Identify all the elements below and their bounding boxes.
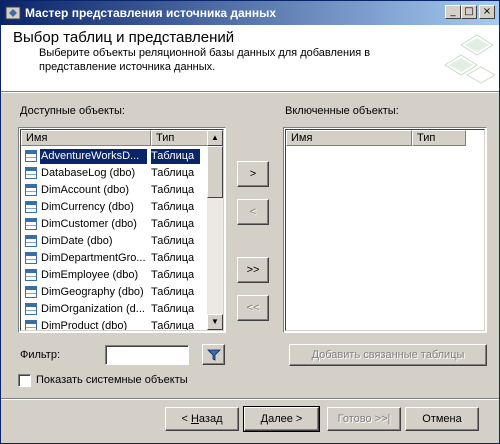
available-objects-label: Доступные объекты:	[20, 105, 125, 117]
header-graphic-icon	[444, 34, 497, 84]
show-system-objects-checkbox[interactable]	[18, 374, 31, 387]
add-related-tables-button[interactable]: Добавить связанные таблицы	[289, 344, 487, 366]
back-rest: азад	[198, 413, 223, 425]
remove-object-button[interactable]: <	[237, 199, 269, 225]
row-name: DimDate (dbo)	[41, 235, 113, 247]
header-divider	[1, 91, 499, 93]
row-name: DimAccount (dbo)	[41, 184, 130, 196]
table-row[interactable]: DimCustomer (dbo) Таблица	[21, 216, 205, 233]
back-prefix: <	[181, 413, 191, 425]
table-icon	[25, 218, 37, 230]
column-header-name[interactable]: Имя	[21, 130, 151, 146]
row-name: AdventureWorksD...	[40, 149, 147, 164]
table-icon	[25, 303, 37, 315]
row-type: Таблица	[151, 269, 195, 281]
row-type: Таблица	[151, 201, 195, 213]
available-rows: AdventureWorksD... Таблица DatabaseLog (db…	[21, 148, 209, 330]
table-row[interactable]: AdventureWorksD... Таблица	[21, 148, 205, 165]
table-icon	[25, 269, 37, 281]
window-title: Мастер представления источника данных	[25, 6, 277, 20]
row-name: DatabaseLog (dbo)	[41, 167, 136, 179]
row-type: Таблица	[151, 320, 195, 331]
scroll-thumb[interactable]	[207, 146, 223, 198]
vertical-scrollbar[interactable]: ▲ ▼	[207, 130, 223, 330]
table-row[interactable]: DimEmployee (dbo) Таблица	[21, 267, 205, 284]
table-row[interactable]: DimOrganization (d... Таблица	[21, 301, 205, 318]
row-type: Таблица	[151, 167, 195, 179]
row-name: DimGeography (dbo)	[41, 286, 144, 298]
close-button[interactable]: ×	[479, 5, 495, 19]
page-title: Выбор таблиц и представлений	[13, 29, 235, 46]
included-objects-list[interactable]: Имя Тип	[283, 127, 487, 333]
row-type: Таблица	[151, 252, 195, 264]
filter-input[interactable]	[105, 345, 189, 365]
row-type: Таблица	[151, 235, 195, 247]
app-icon	[5, 6, 21, 20]
table-row[interactable]: DimAccount (dbo) Таблица	[21, 182, 205, 199]
table-icon	[25, 184, 37, 196]
row-type: Таблица	[151, 149, 201, 164]
table-icon	[25, 201, 37, 213]
row-name: DimDepartmentGro...	[41, 252, 146, 264]
table-icon	[25, 167, 37, 179]
column-header-type[interactable]: Тип	[151, 130, 209, 146]
next-button[interactable]: Далее >	[243, 406, 320, 432]
available-objects-list[interactable]: Имя Тип AdventureWorksD... Таблица Databas…	[18, 127, 226, 333]
minimize-button[interactable]: _	[445, 5, 461, 19]
row-name: DimEmployee (dbo)	[41, 269, 139, 281]
filter-icon	[206, 349, 221, 361]
included-objects-label: Включенные объекты:	[285, 105, 399, 117]
title-bar[interactable]: Мастер представления источника данных _ …	[1, 1, 499, 25]
footer-divider	[1, 398, 499, 400]
add-all-objects-button[interactable]: >>	[237, 257, 269, 283]
row-type: Таблица	[151, 286, 195, 298]
table-icon	[25, 286, 37, 298]
cancel-button[interactable]: Отмена	[405, 407, 479, 431]
row-name: DimOrganization (d...	[41, 303, 145, 315]
wizard-window: Мастер представления источника данных _ …	[0, 0, 500, 444]
row-name: DimCurrency (dbo)	[41, 201, 134, 213]
table-icon	[25, 150, 37, 162]
show-system-objects-label: Показать системные объекты	[36, 374, 188, 386]
table-row[interactable]: DimDate (dbo) Таблица	[21, 233, 205, 250]
row-type: Таблица	[151, 184, 195, 196]
scroll-up-button[interactable]: ▲	[207, 130, 223, 146]
page-description: Выберите объекты реляционной базы данных…	[39, 47, 371, 73]
table-row[interactable]: DimDepartmentGro... Таблица	[21, 250, 205, 267]
filter-label: Фильтр:	[20, 349, 61, 361]
finish-button[interactable]: Готово >>|	[327, 407, 401, 431]
table-icon	[25, 235, 37, 247]
wizard-header: Выбор таблиц и представлений Выберите об…	[1, 25, 499, 91]
included-column-header-name[interactable]: Имя	[286, 130, 412, 146]
table-row[interactable]: DimProduct (dbo) Таблица	[21, 318, 205, 331]
remove-all-objects-button[interactable]: <<	[237, 295, 269, 321]
row-name: DimCustomer (dbo)	[41, 218, 137, 230]
scroll-down-button[interactable]: ▼	[207, 314, 223, 330]
next-rest: алее >	[268, 413, 303, 425]
table-icon	[25, 320, 37, 330]
add-object-button[interactable]: >	[237, 161, 269, 187]
back-button[interactable]: < Назад	[165, 407, 239, 431]
next-accel: Д	[260, 413, 269, 425]
maximize-button[interactable]: □	[461, 5, 477, 19]
table-icon	[25, 252, 37, 264]
apply-filter-button[interactable]	[202, 344, 225, 365]
included-column-header-type[interactable]: Тип	[412, 130, 466, 146]
table-row[interactable]: DatabaseLog (dbo) Таблица	[21, 165, 205, 182]
row-type: Таблица	[151, 218, 195, 230]
table-row[interactable]: DimGeography (dbo) Таблица	[21, 284, 205, 301]
row-name: DimProduct (dbo)	[41, 320, 128, 331]
back-accel: Н	[190, 413, 199, 425]
row-type: Таблица	[151, 303, 195, 315]
table-row[interactable]: DimCurrency (dbo) Таблица	[21, 199, 205, 216]
